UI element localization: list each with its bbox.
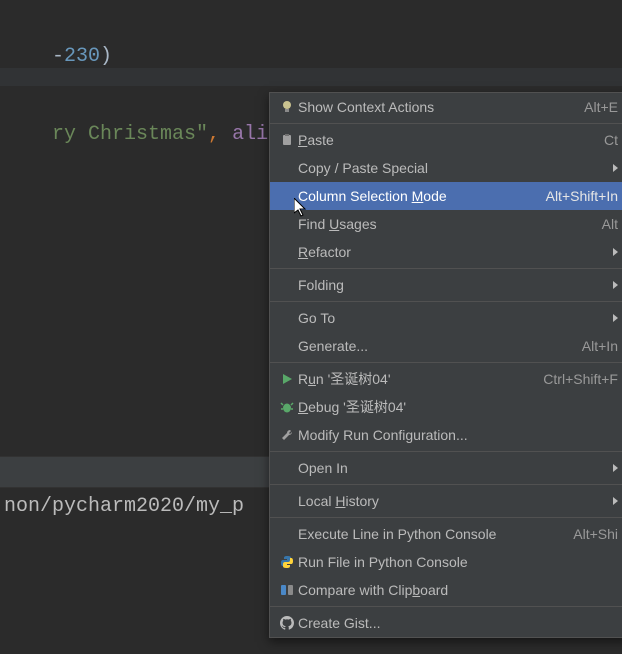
menu-label: Run '圣诞树04' bbox=[298, 369, 531, 389]
menu-item-show-context-actions[interactable]: Show Context Actions Alt+E bbox=[270, 93, 622, 121]
menu-shortcut: Alt+In bbox=[570, 338, 618, 354]
bulb-icon bbox=[276, 100, 298, 114]
code-text: - bbox=[52, 45, 64, 68]
menu-label: Open In bbox=[298, 460, 605, 476]
menu-item-open-in[interactable]: Open In bbox=[270, 454, 622, 482]
clipboard-icon bbox=[276, 133, 298, 147]
code-string: ry Christmas" bbox=[52, 123, 208, 146]
menu-label: Find Usages bbox=[298, 216, 590, 232]
menu-label: Go To bbox=[298, 310, 605, 326]
menu-label: Refactor bbox=[298, 244, 605, 260]
menu-item-paste[interactable]: Paste Ct bbox=[270, 126, 622, 154]
editor-band bbox=[0, 68, 622, 86]
menu-shortcut: Alt+E bbox=[572, 99, 618, 115]
menu-label: Modify Run Configuration... bbox=[298, 427, 618, 443]
diff-icon bbox=[276, 583, 298, 597]
menu-item-run[interactable]: Run '圣诞树04' Ctrl+Shift+F bbox=[270, 365, 622, 393]
menu-separator bbox=[270, 123, 622, 124]
menu-label: Execute Line in Python Console bbox=[298, 526, 561, 542]
menu-label: Debug '圣诞树04' bbox=[298, 397, 618, 417]
menu-item-debug[interactable]: Debug '圣诞树04' bbox=[270, 393, 622, 421]
console-output[interactable]: non/pycharm2020/my_p bbox=[0, 495, 244, 518]
menu-item-generate[interactable]: Generate... Alt+In bbox=[270, 332, 622, 360]
menu-item-create-gist[interactable]: Create Gist... bbox=[270, 609, 622, 637]
debug-icon bbox=[276, 400, 298, 414]
menu-label: Generate... bbox=[298, 338, 570, 354]
menu-item-goto[interactable]: Go To bbox=[270, 304, 622, 332]
submenu-arrow-icon bbox=[613, 164, 618, 172]
python-icon bbox=[276, 555, 298, 569]
wrench-icon bbox=[276, 428, 298, 442]
menu-item-column-selection[interactable]: Column Selection Mode Alt+Shift+In bbox=[270, 182, 622, 210]
menu-separator bbox=[270, 301, 622, 302]
context-menu: Show Context Actions Alt+E Paste Ct Copy… bbox=[269, 92, 622, 638]
menu-item-modify-run-config[interactable]: Modify Run Configuration... bbox=[270, 421, 622, 449]
code-text: ) bbox=[100, 45, 112, 68]
menu-label: Create Gist... bbox=[298, 615, 618, 631]
menu-separator bbox=[270, 451, 622, 452]
menu-label: Folding bbox=[298, 277, 605, 293]
menu-item-execute-line[interactable]: Execute Line in Python Console Alt+Shi bbox=[270, 520, 622, 548]
menu-label: Paste bbox=[298, 132, 592, 148]
menu-shortcut: Alt bbox=[590, 216, 618, 232]
menu-separator bbox=[270, 268, 622, 269]
menu-item-folding[interactable]: Folding bbox=[270, 271, 622, 299]
submenu-arrow-icon bbox=[613, 281, 618, 289]
submenu-arrow-icon bbox=[613, 248, 618, 256]
submenu-arrow-icon bbox=[613, 464, 618, 472]
menu-item-copy-paste-special[interactable]: Copy / Paste Special bbox=[270, 154, 622, 182]
menu-separator bbox=[270, 606, 622, 607]
menu-shortcut: Ctrl+Shift+F bbox=[531, 371, 618, 387]
submenu-arrow-icon bbox=[613, 497, 618, 505]
menu-separator bbox=[270, 517, 622, 518]
menu-shortcut: Alt+Shift+In bbox=[534, 188, 618, 204]
menu-label: Run File in Python Console bbox=[298, 554, 618, 570]
menu-shortcut: Alt+Shi bbox=[561, 526, 618, 542]
submenu-arrow-icon bbox=[613, 314, 618, 322]
menu-item-refactor[interactable]: Refactor bbox=[270, 238, 622, 266]
menu-separator bbox=[270, 484, 622, 485]
menu-item-find-usages[interactable]: Find Usages Alt bbox=[270, 210, 622, 238]
menu-label: Column Selection Mode bbox=[298, 188, 534, 204]
github-icon bbox=[276, 616, 298, 630]
menu-shortcut: Ct bbox=[592, 132, 618, 148]
menu-item-run-file-console[interactable]: Run File in Python Console bbox=[270, 548, 622, 576]
menu-label: Local History bbox=[298, 493, 605, 509]
code-text: , bbox=[208, 123, 232, 146]
code-number: 230 bbox=[64, 45, 100, 68]
run-icon bbox=[276, 373, 298, 385]
menu-label: Copy / Paste Special bbox=[298, 160, 605, 176]
menu-item-local-history[interactable]: Local History bbox=[270, 487, 622, 515]
menu-label: Compare with Clipboard bbox=[298, 582, 618, 598]
menu-separator bbox=[270, 362, 622, 363]
menu-item-compare-clipboard[interactable]: Compare with Clipboard bbox=[270, 576, 622, 604]
menu-label: Show Context Actions bbox=[298, 99, 572, 115]
